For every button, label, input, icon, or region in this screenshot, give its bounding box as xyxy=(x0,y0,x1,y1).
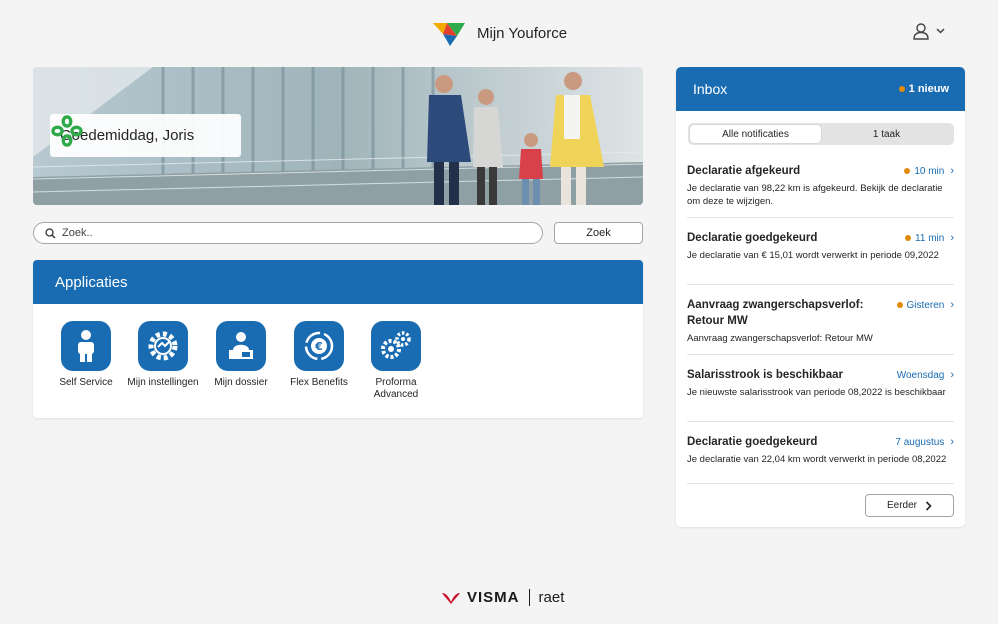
notification-time: Woensdag › xyxy=(897,367,954,381)
visma-logo-icon xyxy=(442,592,460,604)
unread-dot-icon xyxy=(905,235,912,241)
user-menu[interactable] xyxy=(912,22,945,40)
tab-all-notifications[interactable]: Alle notificaties xyxy=(690,125,821,143)
app-flex-benefits[interactable]: € Flex Benefits xyxy=(279,321,359,389)
brand[interactable]: Mijn Youforce xyxy=(433,20,567,46)
app-label: Mijn dossier xyxy=(214,377,268,388)
hero-banner: Goedemiddag, Joris xyxy=(33,67,643,205)
greeting-card: Goedemiddag, Joris xyxy=(50,114,241,157)
app-label: Proforma Advanced xyxy=(373,377,419,400)
notification-time-label: Woensdag xyxy=(896,369,945,381)
app-self-service[interactable]: Self Service xyxy=(46,321,126,389)
chevron-right-icon: › xyxy=(950,232,954,244)
inbox-header: Inbox 1 nieuw xyxy=(676,67,965,111)
chevron-down-icon xyxy=(936,28,945,34)
search-button[interactable]: Zoek xyxy=(554,222,643,244)
applications-panel: Applicaties Self Service Mijn instelling… xyxy=(33,260,643,418)
notification-time-label: 10 min xyxy=(914,165,945,177)
notification-body: Je declaratie van € 15,01 wordt verwerkt… xyxy=(687,250,939,261)
search-input[interactable] xyxy=(62,227,522,239)
earlier-button[interactable]: Eerder xyxy=(865,494,954,517)
chevron-right-icon: › xyxy=(950,165,954,177)
notification-item[interactable]: Declaratie goedgekeurd 7 augustus › Je d… xyxy=(687,434,954,484)
notification-title: Declaratie goedgekeurd xyxy=(687,232,818,244)
top-bar: Mijn Youforce xyxy=(0,0,998,66)
app-mijn-dossier[interactable]: Mijn dossier xyxy=(201,321,281,389)
notification-time-label: Gisteren xyxy=(906,299,945,311)
notification-item[interactable]: Aanvraag zwangerschapsverlof: Retour MW … xyxy=(687,297,954,355)
inbox-panel: Inbox 1 nieuw Alle notificaties 1 taak D… xyxy=(676,67,965,527)
notification-body: Aanvraag zwangerschapsverlof: Retour MW xyxy=(687,333,873,344)
footer-brand: VISMA raet xyxy=(441,589,564,606)
tab-tasks[interactable]: 1 taak xyxy=(821,125,952,143)
notification-time: Gisteren › xyxy=(896,297,954,311)
notification-body: Je declaratie van 98,22 km is afgekeurd.… xyxy=(687,183,943,207)
new-count-label: 1 nieuw xyxy=(908,83,949,95)
notification-time-label: 11 min xyxy=(915,232,945,244)
chevron-right-icon xyxy=(925,500,932,511)
chevron-right-icon: › xyxy=(950,299,954,311)
app-mijn-instellingen[interactable]: Mijn instellingen xyxy=(123,321,203,389)
applications-title: Applicaties xyxy=(33,260,643,304)
settings-gear-icon xyxy=(138,321,188,371)
notification-time: 11 min › xyxy=(905,230,954,244)
earlier-label: Eerder xyxy=(886,500,917,511)
notification-time: 10 min › xyxy=(904,163,954,177)
app-proforma-advanced[interactable]: Proforma Advanced xyxy=(356,321,436,401)
dossier-icon xyxy=(216,321,266,371)
notification-body: Je declaratie van 22,04 km wordt verwerk… xyxy=(687,454,947,465)
notification-body: Je nieuwste salarisstrook van periode 08… xyxy=(687,387,946,398)
unread-dot-icon xyxy=(898,86,905,92)
notification-title: Aanvraag zwangerschapsverlof: Retour MW xyxy=(687,299,864,327)
app-label: Mijn instellingen xyxy=(127,377,199,388)
footer-separator xyxy=(528,589,530,606)
app-label: Self Service xyxy=(59,377,113,388)
chevron-right-icon: › xyxy=(950,436,954,448)
app-label: Flex Benefits xyxy=(290,377,348,388)
notification-title: Declaratie afgekeurd xyxy=(687,165,801,177)
footer-raet: raet xyxy=(538,589,565,606)
user-icon xyxy=(913,23,929,40)
notification-title: Salarisstrook is beschikbaar xyxy=(687,369,843,381)
search-box[interactable] xyxy=(33,222,543,244)
unread-dot-icon xyxy=(896,302,903,308)
unread-dot-icon xyxy=(904,168,911,174)
gears-icon xyxy=(371,321,421,371)
notification-tabs: Alle notificaties 1 taak xyxy=(688,123,954,145)
raet-cross-logo-icon xyxy=(51,115,83,147)
notification-item[interactable]: Declaratie afgekeurd 10 min › Je declara… xyxy=(687,163,954,218)
inbox-title: Inbox xyxy=(693,81,728,97)
notification-time-label: 7 augustus xyxy=(895,436,945,448)
new-count-badge: 1 nieuw xyxy=(898,83,949,95)
footer-visma: VISMA xyxy=(467,589,520,606)
person-icon xyxy=(61,321,111,371)
chevron-right-icon: › xyxy=(950,369,954,381)
notification-item[interactable]: Salarisstrook is beschikbaar Woensdag › … xyxy=(687,367,954,422)
notification-title: Declaratie goedgekeurd xyxy=(687,436,818,448)
notification-time: 7 augustus › xyxy=(895,434,954,448)
app-title: Mijn Youforce xyxy=(477,24,568,42)
search-icon xyxy=(45,227,56,238)
notification-item[interactable]: Declaratie goedgekeurd 11 min › Je decla… xyxy=(687,230,954,285)
youforce-logo-icon xyxy=(433,23,465,46)
euro-exchange-icon: € xyxy=(294,321,344,371)
svg-text:€: € xyxy=(314,340,323,353)
